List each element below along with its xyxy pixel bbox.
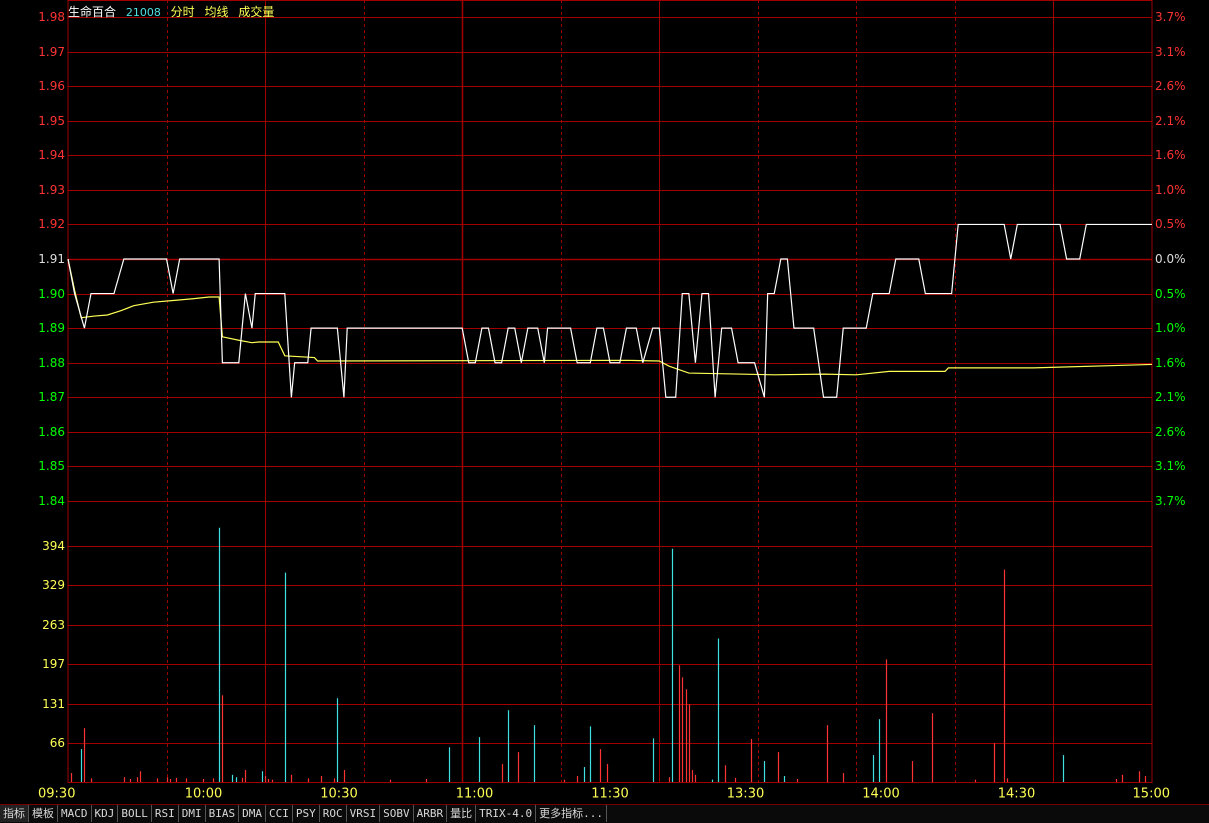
time-tick-label: 10:30 (320, 787, 357, 802)
stock-code: 21008 (125, 6, 161, 19)
tab-psy[interactable]: PSY (293, 805, 320, 822)
tab-dma[interactable]: DMA (239, 805, 266, 822)
stock-name: 生命百合 (68, 5, 117, 19)
price-tick-label: 1.88 (38, 356, 65, 370)
price-tick-label: 1.96 (38, 79, 65, 93)
pct-tick-label: 3.1% (1155, 45, 1186, 59)
tab-volume-ratio[interactable]: 量比 (447, 805, 477, 822)
indicator-tab-bar: 指标 模板 MACD KDJ BOLL RSI DMI BIAS DMA CCI… (0, 804, 1209, 823)
tab-trix[interactable]: TRIX-4.0 (476, 805, 537, 822)
pct-tick-label: 1.0% (1155, 321, 1186, 335)
pct-tick-label: 2.6% (1155, 79, 1186, 93)
pct-tick-label: 0.5% (1155, 217, 1186, 231)
tab-dmi[interactable]: DMI (179, 805, 206, 822)
time-tick-label: 11:30 (591, 787, 628, 802)
time-tick-label: 10:00 (185, 787, 222, 802)
legend-average-line: 均线 (204, 5, 229, 19)
price-tick-label: 1.92 (38, 217, 65, 231)
tab-rsi[interactable]: RSI (152, 805, 179, 822)
price-tick-label: 1.84 (38, 494, 65, 508)
volume-tick-label: 131 (42, 697, 65, 711)
price-tick-label: 1.91 (38, 252, 65, 266)
price-tick-label: 1.85 (38, 459, 65, 473)
pct-tick-label: 2.6% (1155, 425, 1186, 439)
chart-header: 生命百合 21008 分时 均线 成交量 (68, 3, 280, 20)
price-tick-label: 1.89 (38, 321, 65, 335)
time-tick-label: 14:00 (862, 787, 899, 802)
tab-kdj[interactable]: KDJ (92, 805, 119, 822)
time-tick-label: 14:30 (998, 787, 1035, 802)
pct-tick-label: 2.1% (1155, 114, 1186, 128)
price-tick-label: 1.97 (38, 45, 65, 59)
pct-tick-label: 0.0% (1155, 252, 1186, 266)
tab-more-indicators[interactable]: 更多指标... (536, 805, 607, 822)
time-tick-label: 15:00 (1133, 787, 1170, 802)
pct-tick-label: 1.6% (1155, 148, 1186, 162)
volume-tick-label: 197 (42, 657, 65, 671)
pct-tick-label: 0.5% (1155, 287, 1186, 301)
price-tick-label: 1.98 (38, 10, 65, 24)
time-tick-label: 11:00 (456, 787, 493, 802)
price-tick-label: 1.95 (38, 114, 65, 128)
legend-volume: 成交量 (238, 5, 275, 19)
volume-tick-label: 66 (50, 736, 65, 750)
pct-tick-label: 1.0% (1155, 183, 1186, 197)
pct-tick-label: 2.1% (1155, 390, 1186, 404)
time-tick-label: 13:30 (727, 787, 764, 802)
tab-bias[interactable]: BIAS (206, 805, 240, 822)
tab-sobv[interactable]: SOBV (380, 805, 414, 822)
price-tick-label: 1.90 (38, 287, 65, 301)
intraday-chart[interactable]: 1.98 3.7% 1.97 3.1% 1.96 2.6% 1.95 2.1% 1.94 1.6%… (0, 0, 1209, 804)
volume-tick-label: 263 (42, 618, 65, 632)
volume-tick-label: 394 (42, 539, 65, 553)
pct-tick-label: 3.7% (1155, 494, 1186, 508)
chart-frame (67, 0, 1153, 783)
tab-boll[interactable]: BOLL (118, 805, 152, 822)
average-price-line (67, 258, 1153, 376)
volume-tick-label: 329 (42, 578, 65, 592)
tab-macd[interactable]: MACD (58, 805, 92, 822)
legend-timeshare: 分时 (170, 5, 195, 19)
tab-roc[interactable]: ROC (320, 805, 347, 822)
tab-cci[interactable]: CCI (266, 805, 293, 822)
price-tick-label: 1.93 (38, 183, 65, 197)
tab-template[interactable]: 模板 (29, 805, 58, 822)
pct-tick-label: 3.1% (1155, 459, 1186, 473)
tab-vrsi[interactable]: VRSI (347, 805, 381, 822)
time-tick-label: 09:30 (38, 787, 75, 802)
price-tick-label: 1.86 (38, 425, 65, 439)
price-line (67, 223, 1152, 398)
tab-indicator[interactable]: 指标 (0, 805, 29, 822)
price-tick-label: 1.94 (38, 148, 65, 162)
pct-tick-label: 1.6% (1155, 356, 1186, 370)
price-tick-label: 1.87 (38, 390, 65, 404)
pct-tick-label: 3.7% (1155, 10, 1186, 24)
tab-arbr[interactable]: ARBR (414, 805, 448, 822)
